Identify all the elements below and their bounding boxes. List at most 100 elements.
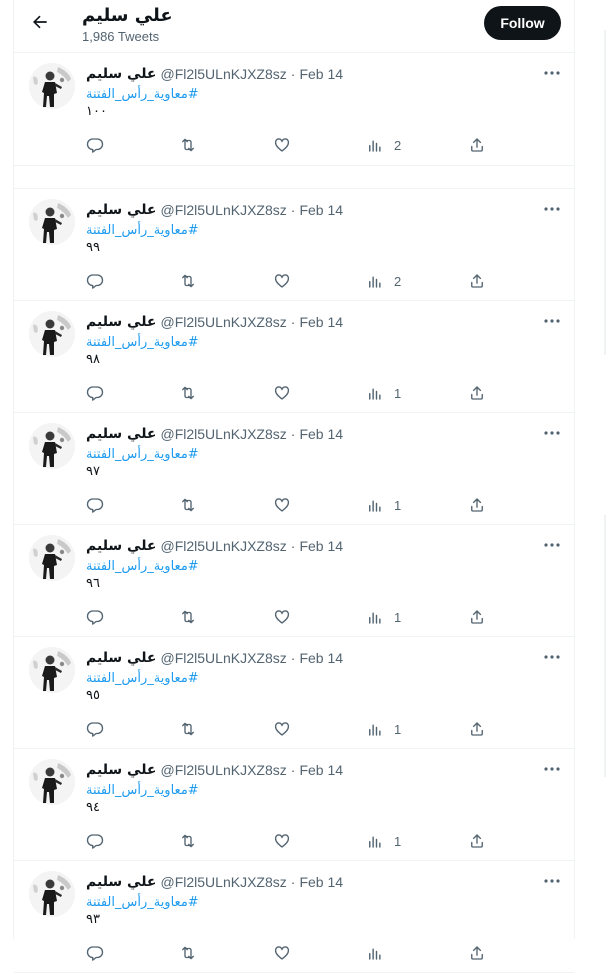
hashtag-link[interactable]: #معاوية_رأس_الفتنة	[86, 559, 199, 574]
retweet-button[interactable]	[179, 383, 197, 403]
tweet[interactable]: علي سليم @Fl2l5ULnKJXZ8sz · Feb 14 #معاو…	[14, 413, 574, 525]
retweet-button[interactable]	[179, 607, 197, 627]
retweet-button[interactable]	[179, 271, 197, 291]
hashtag-link[interactable]: #معاوية_رأس_الفتنة	[86, 223, 199, 238]
user-handle[interactable]: @Fl2l5ULnKJXZ8sz	[161, 202, 287, 218]
tweet[interactable]: علي سليم @Fl2l5ULnKJXZ8sz · Feb 14 #معاو…	[14, 861, 574, 973]
retweet-button[interactable]	[179, 135, 197, 155]
display-name[interactable]: علي سليم	[86, 538, 157, 554]
share-button[interactable]	[468, 607, 486, 627]
reply-button[interactable]	[86, 607, 104, 627]
like-button[interactable]	[273, 831, 291, 851]
tweet[interactable]: علي سليم @Fl2l5ULnKJXZ8sz · Feb 14 #معاو…	[14, 53, 574, 165]
reply-button[interactable]	[86, 831, 104, 851]
avatar[interactable]	[29, 63, 75, 109]
tweet-date[interactable]: Feb 14	[299, 426, 343, 442]
tweet-date[interactable]: Feb 14	[299, 650, 343, 666]
hashtag-link[interactable]: #معاوية_رأس_الفتنة	[86, 671, 199, 686]
like-button[interactable]	[273, 607, 291, 627]
tweet[interactable]: علي سليم @Fl2l5ULnKJXZ8sz · Feb 14 #معاو…	[14, 301, 574, 413]
avatar[interactable]	[29, 535, 75, 581]
share-button[interactable]	[468, 383, 486, 403]
reply-button[interactable]	[86, 135, 104, 155]
more-button[interactable]	[543, 538, 561, 552]
share-button[interactable]	[468, 271, 486, 291]
user-handle[interactable]: @Fl2l5ULnKJXZ8sz	[161, 874, 287, 890]
more-button[interactable]	[543, 874, 561, 888]
more-button[interactable]	[543, 762, 561, 776]
tweet[interactable]: علي سليم @Fl2l5ULnKJXZ8sz · Feb 14 #معاو…	[14, 189, 574, 301]
avatar[interactable]	[29, 759, 75, 805]
tweet-date[interactable]: Feb 14	[299, 762, 343, 778]
display-name[interactable]: علي سليم	[86, 66, 157, 82]
tweet[interactable]: علي سليم @Fl2l5ULnKJXZ8sz · Feb 14 #معاو…	[14, 525, 574, 637]
avatar[interactable]	[29, 647, 75, 693]
back-button[interactable]	[28, 10, 52, 34]
avatar[interactable]	[29, 311, 75, 357]
views-button[interactable]: 1	[366, 383, 401, 403]
hashtag-link[interactable]: #معاوية_رأس_الفتنة	[86, 447, 199, 462]
share-button[interactable]	[468, 831, 486, 851]
like-button[interactable]	[273, 495, 291, 515]
reply-button[interactable]	[86, 943, 104, 963]
more-button[interactable]	[543, 426, 561, 440]
more-button[interactable]	[543, 650, 561, 664]
like-button[interactable]	[273, 271, 291, 291]
hashtag-link[interactable]: #معاوية_رأس_الفتنة	[86, 87, 199, 102]
views-button[interactable]: 1	[366, 495, 401, 515]
reply-button[interactable]	[86, 383, 104, 403]
display-name[interactable]: علي سليم	[86, 202, 157, 218]
follow-button[interactable]: Follow	[484, 6, 561, 40]
views-button[interactable]: 1	[366, 607, 401, 627]
views-button[interactable]: 1	[366, 831, 401, 851]
like-button[interactable]	[273, 383, 291, 403]
tweet[interactable]: علي سليم @Fl2l5ULnKJXZ8sz · Feb 14 #معاو…	[14, 637, 574, 749]
avatar[interactable]	[29, 423, 75, 469]
views-button[interactable]: 2	[366, 271, 401, 291]
display-name[interactable]: علي سليم	[86, 762, 157, 778]
views-button[interactable]: 2	[366, 135, 401, 155]
tweet-date[interactable]: Feb 14	[299, 538, 343, 554]
display-name[interactable]: علي سليم	[86, 650, 157, 666]
user-handle[interactable]: @Fl2l5ULnKJXZ8sz	[161, 650, 287, 666]
separator-dot: ·	[290, 762, 296, 778]
reply-button[interactable]	[86, 271, 104, 291]
reply-button[interactable]	[86, 719, 104, 739]
more-button[interactable]	[543, 202, 561, 216]
views-button[interactable]	[366, 943, 394, 963]
user-handle[interactable]: @Fl2l5ULnKJXZ8sz	[161, 314, 287, 330]
hashtag-link[interactable]: #معاوية_رأس_الفتنة	[86, 895, 199, 910]
hashtag-link[interactable]: #معاوية_رأس_الفتنة	[86, 783, 199, 798]
display-name[interactable]: علي سليم	[86, 314, 157, 330]
user-handle[interactable]: @Fl2l5ULnKJXZ8sz	[161, 762, 287, 778]
retweet-button[interactable]	[179, 495, 197, 515]
user-handle[interactable]: @Fl2l5ULnKJXZ8sz	[161, 426, 287, 442]
display-name[interactable]: علي سليم	[86, 874, 157, 890]
tweet-date[interactable]: Feb 14	[299, 66, 343, 82]
share-button[interactable]	[468, 943, 486, 963]
retweet-button[interactable]	[179, 719, 197, 739]
tweet-date[interactable]: Feb 14	[299, 874, 343, 890]
reply-button[interactable]	[86, 495, 104, 515]
like-button[interactable]	[273, 135, 291, 155]
user-handle[interactable]: @Fl2l5ULnKJXZ8sz	[161, 66, 287, 82]
like-button[interactable]	[273, 719, 291, 739]
views-button[interactable]: 1	[366, 719, 401, 739]
tweet[interactable]: علي سليم @Fl2l5ULnKJXZ8sz · Feb 14 #معاو…	[14, 749, 574, 861]
more-button[interactable]	[543, 66, 561, 80]
retweet-button[interactable]	[179, 831, 197, 851]
retweet-button[interactable]	[179, 943, 197, 963]
tweet-date[interactable]: Feb 14	[299, 202, 343, 218]
share-button[interactable]	[468, 719, 486, 739]
share-button[interactable]	[468, 495, 486, 515]
avatar[interactable]	[29, 871, 75, 917]
display-name[interactable]: علي سليم	[86, 426, 157, 442]
avatar[interactable]	[29, 199, 75, 245]
more-button[interactable]	[543, 314, 561, 328]
hashtag-link[interactable]: #معاوية_رأس_الفتنة	[86, 335, 199, 350]
user-handle[interactable]: @Fl2l5ULnKJXZ8sz	[161, 538, 287, 554]
share-button[interactable]	[468, 135, 486, 155]
like-button[interactable]	[273, 943, 291, 963]
tweet-date[interactable]: Feb 14	[299, 314, 343, 330]
more-dots-icon	[544, 71, 560, 75]
